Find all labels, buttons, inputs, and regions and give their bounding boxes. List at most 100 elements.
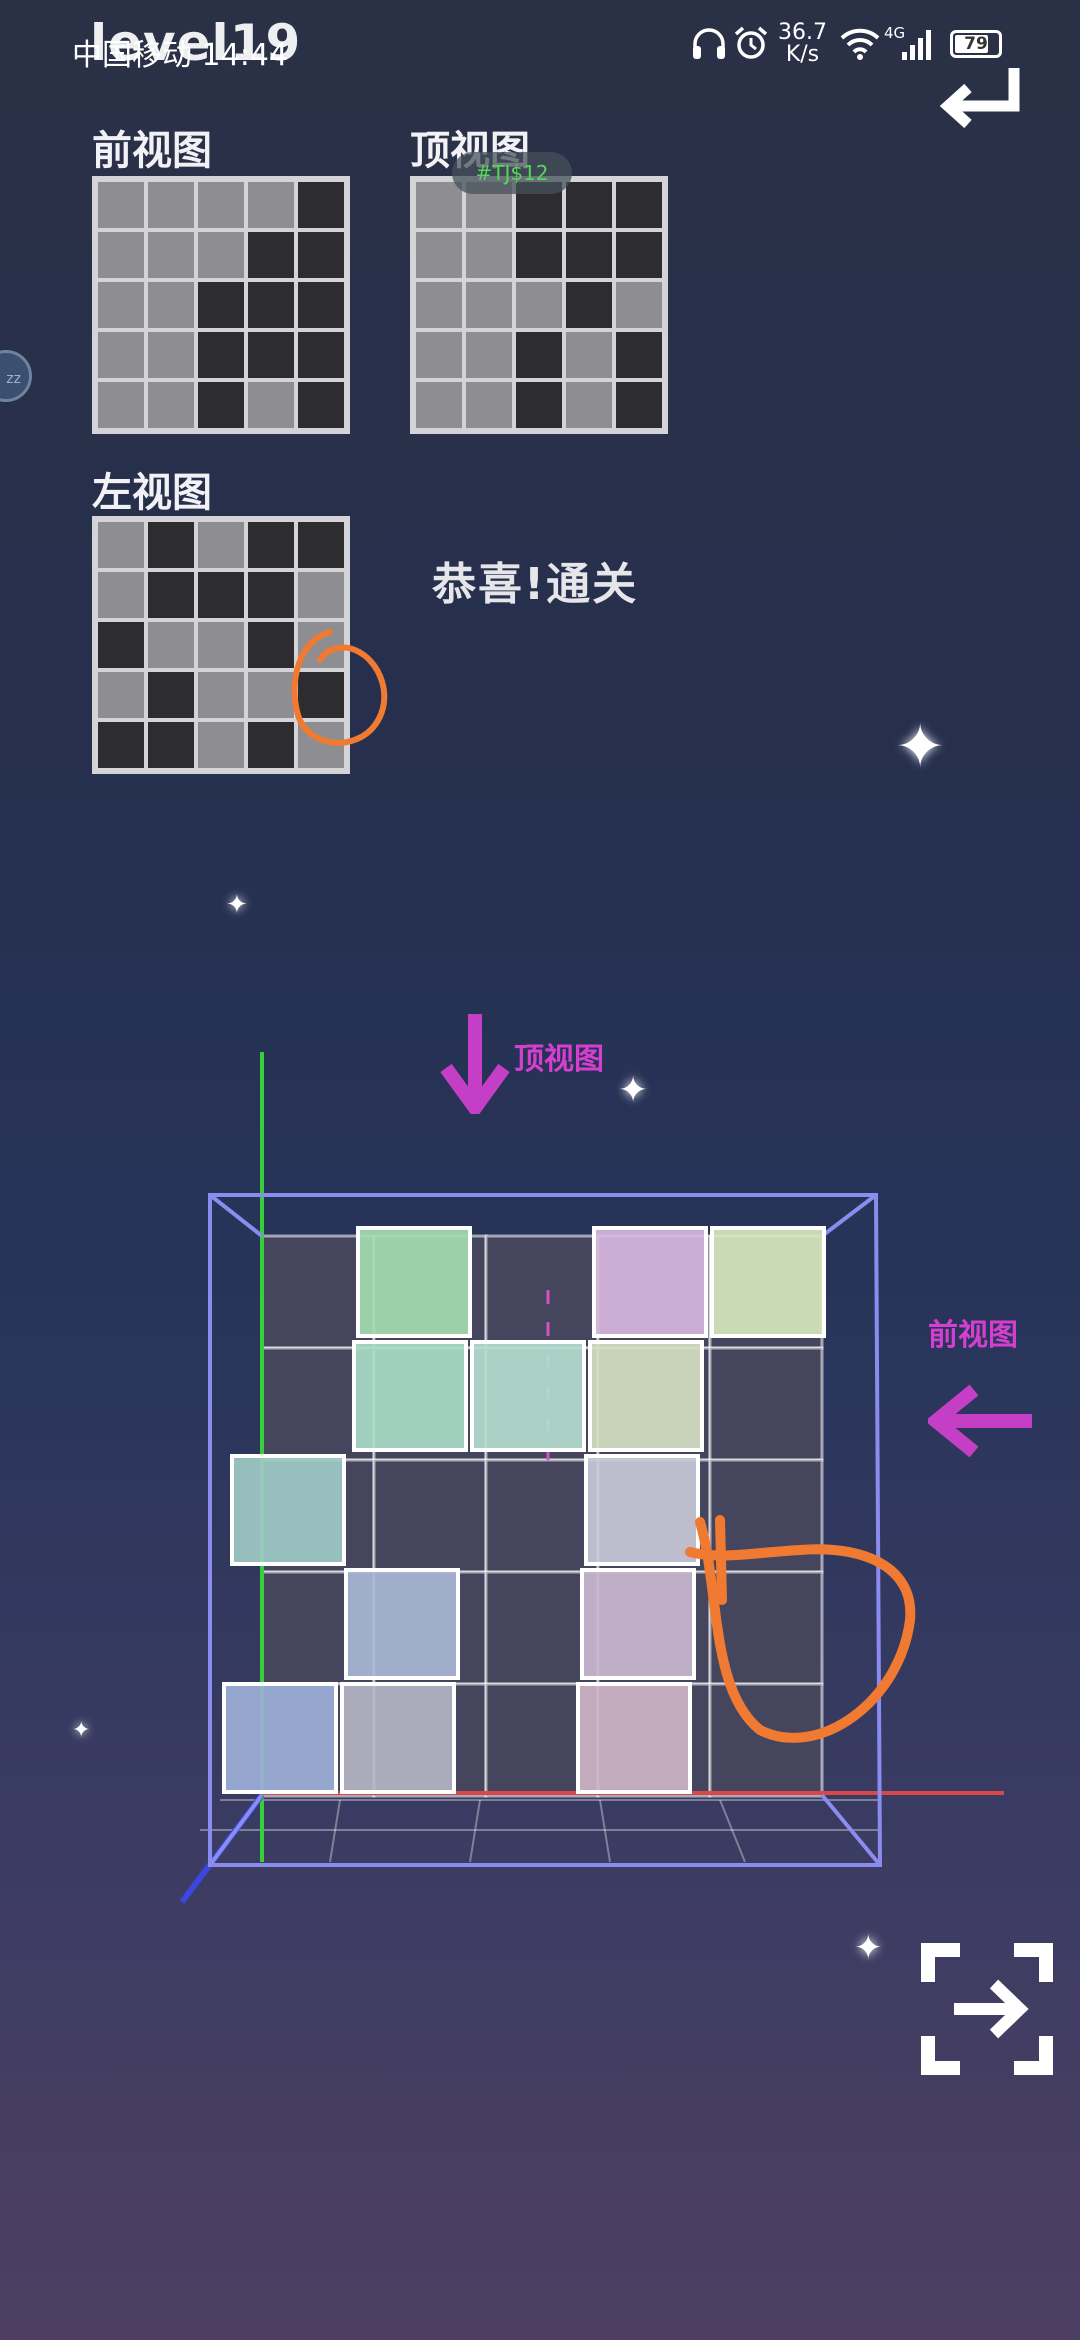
top-view-cell-r2-c3 (566, 282, 612, 328)
top-view-cell-r2-c0 (416, 282, 462, 328)
front-view-cell-r3-c4 (298, 332, 344, 378)
top-view-cell-r4-c3 (566, 382, 612, 428)
back-cell-r0-c2 (484, 1234, 600, 1350)
front-view-cell-r4-c4 (298, 382, 344, 428)
front-view-cell-r2-c4 (298, 282, 344, 328)
left-view-cell-r3-c2 (198, 672, 244, 718)
alarm-clock-icon (734, 26, 768, 59)
cube-r4-c3 (576, 1682, 692, 1794)
top-view-cell-r3-c2 (516, 332, 562, 378)
left-view-cell-r1-c0 (98, 572, 144, 618)
left-view-cell-r4-c1 (148, 722, 194, 768)
front-view-cell-r0-c0 (98, 182, 144, 228)
cube-r1-c3 (588, 1340, 704, 1452)
cube-r4-c1 (340, 1682, 456, 1794)
wifi-icon (840, 28, 880, 60)
level-title: level19 (90, 14, 302, 72)
floating-assistant-bubble[interactable]: zz (0, 350, 32, 402)
sparkle-icon: ✦ (895, 712, 946, 782)
left-view-cell-r2-c0 (98, 622, 144, 668)
cube-r1-c2 (470, 1340, 586, 1452)
cube-r0-c3 (592, 1226, 708, 1338)
left-view-cell-r0-c2 (198, 522, 244, 568)
left-view-cell-r2-c1 (148, 622, 194, 668)
back-arrow-icon[interactable] (938, 62, 1028, 142)
cube-r1-c1 (352, 1340, 468, 1452)
left-view-cell-r0-c4 (298, 522, 344, 568)
cube-r0-c1 (356, 1226, 472, 1338)
top-view-cell-r0-c0 (416, 182, 462, 228)
exit-level-icon[interactable] (920, 1942, 1054, 2076)
front-view-cell-r0-c4 (298, 182, 344, 228)
floor-grid (200, 1799, 880, 1863)
front-view-cell-r3-c0 (98, 332, 144, 378)
status-bar: 中国移动 14:44 level19 36.7 K/s 4G 79 (0, 0, 1080, 90)
headphones-icon (693, 28, 725, 59)
cube-r2-c3 (584, 1454, 700, 1566)
orange-annotation-circle (291, 629, 388, 746)
back-cell-r1-c4 (708, 1346, 824, 1462)
front-view-cell-r4-c3 (248, 382, 294, 428)
front-view-cell-r1-c1 (148, 232, 194, 278)
top-view-grid (410, 176, 668, 434)
network-speed-unit: K/s (785, 42, 820, 67)
sparkle-icon: ✦ (226, 890, 248, 920)
front-view-cell-r4-c2 (198, 382, 244, 428)
front-view-cell-r0-c1 (148, 182, 194, 228)
top-view-cell-r4-c2 (516, 382, 562, 428)
front-view-cell-r1-c3 (248, 232, 294, 278)
top-view-cell-r3-c4 (616, 332, 662, 378)
front-view-cell-r1-c0 (98, 232, 144, 278)
top-view-cell-r0-c4 (616, 182, 662, 228)
front-view-cell-r4-c1 (148, 382, 194, 428)
top-view-cell-r2-c4 (616, 282, 662, 328)
network-speed-value: 36.7 (778, 20, 827, 45)
top-view-cell-r4-c4 (616, 382, 662, 428)
back-cell-r2-c1 (372, 1458, 488, 1574)
back-cell-r2-c2 (484, 1458, 600, 1574)
battery-icon: 79 (950, 30, 1002, 58)
top-view-cell-r2-c2 (516, 282, 562, 328)
front-view-cell-r3-c1 (148, 332, 194, 378)
left-view-cell-r0-c3 (248, 522, 294, 568)
top-view-cell-r1-c3 (566, 232, 612, 278)
top-view-cell-r4-c1 (466, 382, 512, 428)
left-view-title: 左视图 (92, 470, 212, 516)
battery-level-label: 79 (964, 34, 988, 54)
cube-r4-c0 (222, 1682, 338, 1794)
front-view-cell-r2-c2 (198, 282, 244, 328)
top-view-cell-r4-c0 (416, 382, 462, 428)
front-view-cell-r0-c2 (198, 182, 244, 228)
cube-r3-c3 (580, 1568, 696, 1680)
top-view-cell-r3-c3 (566, 332, 612, 378)
cube-r2-c0 (230, 1454, 346, 1566)
overlay-badge: #TJ$12 (452, 152, 572, 194)
top-view-cell-r3-c1 (466, 332, 512, 378)
left-view-cell-r3-c0 (98, 672, 144, 718)
top-view-cell-r3-c0 (416, 332, 462, 378)
front-view-cell-r1-c4 (298, 232, 344, 278)
cube-r3-c1 (344, 1568, 460, 1680)
network-speed: 36.7 K/s (778, 22, 827, 66)
top-view-cell-r2-c1 (466, 282, 512, 328)
top-view-cell-r1-c4 (616, 232, 662, 278)
top-view-cell-r1-c0 (416, 232, 462, 278)
signal-bars-icon (902, 30, 931, 60)
top-view-cell-r0-c3 (566, 182, 612, 228)
left-view-cell-r4-c2 (198, 722, 244, 768)
left-view-cell-r0-c1 (148, 522, 194, 568)
puzzle-3d-scene[interactable] (0, 1040, 1080, 1940)
front-view-cell-r3-c2 (198, 332, 244, 378)
front-view-cell-r1-c2 (198, 232, 244, 278)
front-view-cell-r0-c3 (248, 182, 294, 228)
left-view-cell-r1-c3 (248, 572, 294, 618)
left-view-cell-r0-c0 (98, 522, 144, 568)
left-view-cell-r4-c0 (98, 722, 144, 768)
cube-r0-c4 (710, 1226, 826, 1338)
front-view-cell-r3-c3 (248, 332, 294, 378)
front-view-cell-r4-c0 (98, 382, 144, 428)
left-view-cell-r1-c1 (148, 572, 194, 618)
front-view-cell-r2-c3 (248, 282, 294, 328)
left-view-cell-r1-c4 (298, 572, 344, 618)
level-complete-message: 恭喜!通关 (432, 559, 639, 610)
